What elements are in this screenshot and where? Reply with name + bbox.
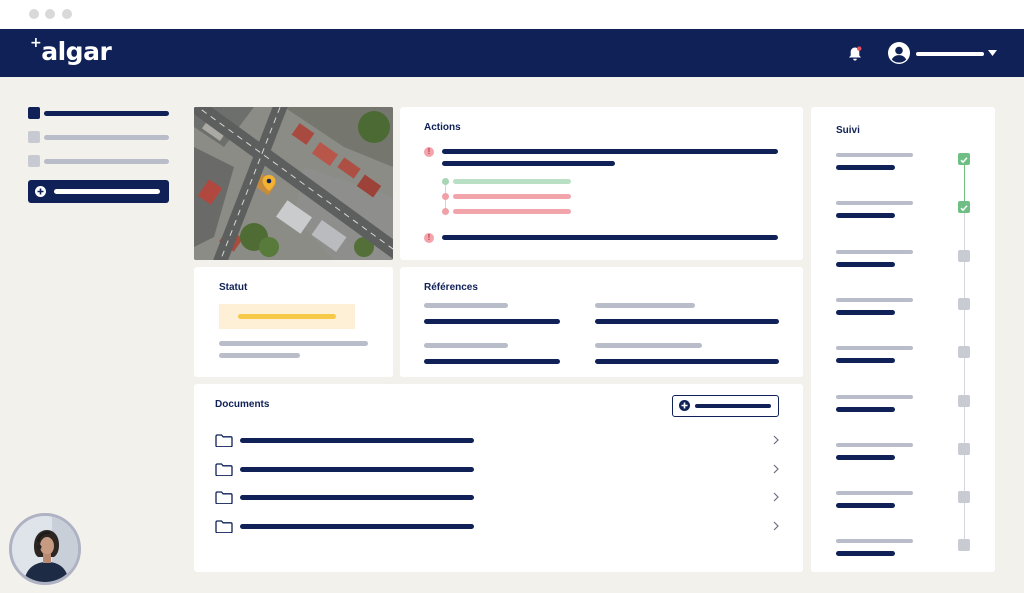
algar-logo[interactable]: +algar <box>30 35 112 66</box>
sidebar-item-icon <box>28 155 40 167</box>
sidebar-add-button[interactable] <box>28 180 169 203</box>
sidebar-item-label <box>44 159 169 164</box>
folder-icon <box>215 462 233 476</box>
document-name <box>240 466 474 472</box>
actions-card: Actions ! ! <box>400 107 803 260</box>
reference-field-value <box>424 359 560 364</box>
reference-field-label <box>595 343 702 348</box>
statut-title: Statut <box>219 282 248 293</box>
add-document-button[interactable] <box>672 395 779 417</box>
assistant-avatar[interactable] <box>9 513 81 585</box>
chevron-right-icon[interactable] <box>773 521 779 531</box>
top-navigation-bar: +algar <box>0 29 1024 77</box>
action-item-title <box>442 235 778 240</box>
reference-field-label <box>595 303 695 308</box>
document-name <box>240 495 474 500</box>
chevron-right-icon[interactable] <box>773 435 779 445</box>
checkbox-empty-icon <box>958 297 970 310</box>
reference-field-label <box>424 343 508 348</box>
action-item-subtitle <box>442 161 615 166</box>
references-card: Références <box>400 267 803 377</box>
checkbox-checked-icon <box>958 153 970 165</box>
timeline-track-done <box>964 159 965 207</box>
timeline-step-value <box>836 309 895 315</box>
sidebar-add-button-label <box>54 189 160 194</box>
references-title: Références <box>424 282 478 293</box>
status-description-line <box>219 341 368 346</box>
timeline-step-label <box>836 153 913 157</box>
checkbox-empty-icon <box>958 346 970 359</box>
timeline-step-value <box>836 213 895 219</box>
user-circle-icon[interactable] <box>888 42 910 64</box>
chevron-right-icon[interactable] <box>773 464 779 474</box>
close-dot[interactable] <box>29 9 39 19</box>
timeline-step-label <box>836 491 913 496</box>
plus-circle-icon <box>35 186 46 197</box>
checkbox-empty-icon <box>958 394 970 407</box>
timeline-step-value <box>836 358 895 364</box>
folder-icon <box>215 519 233 533</box>
sidebar-item-icon <box>28 131 40 143</box>
actions-title: Actions <box>424 122 461 133</box>
timeline-step-value <box>836 261 895 267</box>
substep-dot-pending <box>442 208 449 215</box>
status-badge <box>219 304 355 329</box>
window-chrome <box>0 0 1024 29</box>
folder-icon <box>215 491 233 504</box>
action-item-title <box>442 149 778 154</box>
chevron-down-icon[interactable] <box>988 50 997 56</box>
reference-field-value <box>595 359 779 364</box>
status-badge-label <box>238 314 336 319</box>
suivi-title: Suivi <box>836 125 860 136</box>
substep-label <box>453 194 571 199</box>
timeline-step-label <box>836 346 913 351</box>
checkbox-empty-icon <box>958 539 970 552</box>
substep-label <box>453 179 571 184</box>
chevron-right-icon[interactable] <box>773 492 779 502</box>
checkbox-empty-icon <box>958 491 970 504</box>
documents-title: Documents <box>215 399 270 410</box>
sidebar-item-label <box>44 111 169 116</box>
document-name <box>240 523 474 529</box>
substep-label <box>453 209 571 214</box>
user-name-placeholder[interactable] <box>916 52 984 56</box>
aerial-map[interactable] <box>194 107 393 260</box>
alert-icon: ! <box>424 233 434 243</box>
timeline-step-label <box>836 442 913 447</box>
sidebar-item-label <box>44 135 169 140</box>
checkbox-checked-icon <box>958 201 970 214</box>
timeline-step-label <box>836 297 913 302</box>
timeline-step-value <box>836 551 895 557</box>
add-document-button-label <box>695 404 771 408</box>
assistant-avatar-photo <box>12 516 78 582</box>
sidebar-item-icon <box>28 107 40 119</box>
document-name <box>240 438 474 443</box>
plus-circle-icon <box>679 400 690 411</box>
checkbox-empty-icon <box>958 442 970 455</box>
alert-icon: ! <box>424 147 434 157</box>
reference-field-value <box>595 319 779 324</box>
bell-icon[interactable] <box>848 46 862 62</box>
minimize-dot[interactable] <box>45 9 55 19</box>
maximize-dot[interactable] <box>62 9 72 19</box>
aerial-map-image <box>194 107 393 260</box>
timeline-step-label <box>836 201 913 206</box>
substep-dot-pending <box>442 193 449 200</box>
timeline-step-value <box>836 406 895 412</box>
reference-field-value <box>424 319 560 324</box>
checkbox-empty-icon <box>958 249 970 262</box>
substep-dot-done <box>442 178 449 185</box>
timeline-step-value <box>836 503 895 509</box>
timeline-step-label <box>836 539 913 544</box>
folder-icon <box>215 434 233 447</box>
timeline-step-value <box>836 165 895 170</box>
timeline-step-label <box>836 394 913 399</box>
timeline-step-value <box>836 454 895 460</box>
reference-field-label <box>424 303 508 308</box>
status-description-line <box>219 353 300 358</box>
timeline-step-label <box>836 249 913 254</box>
